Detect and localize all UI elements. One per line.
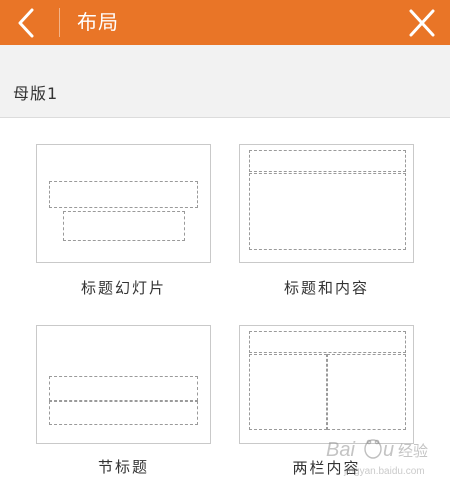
- title-placeholder: [49, 181, 198, 208]
- content-placeholder: [249, 173, 406, 250]
- layout-thumbnail: [36, 325, 211, 444]
- right-content-placeholder: [327, 354, 406, 430]
- layout-title-slide[interactable]: 标题幻灯片: [36, 144, 211, 304]
- app-header: 布局: [0, 0, 450, 45]
- text-placeholder: [49, 401, 198, 425]
- section-header: 母版1: [0, 45, 450, 117]
- chevron-left-icon: [18, 8, 34, 38]
- layout-grid: 标题幻灯片 标题和内容 节标题 两栏内容: [0, 118, 450, 487]
- layout-label: 两栏内容: [292, 459, 361, 477]
- close-icon: [409, 9, 435, 37]
- close-button[interactable]: [402, 4, 442, 42]
- layout-two-content[interactable]: 两栏内容: [239, 325, 414, 485]
- layout-label: 标题和内容: [283, 279, 369, 297]
- layout-title-and-content[interactable]: 标题和内容: [239, 144, 414, 304]
- layout-thumbnail: [36, 144, 211, 263]
- layout-section-header[interactable]: 节标题: [36, 325, 211, 485]
- back-button[interactable]: [8, 4, 48, 42]
- layout-label: 标题幻灯片: [80, 279, 166, 297]
- layout-thumbnail: [239, 325, 414, 444]
- section-title: 母版1: [13, 84, 59, 103]
- layout-thumbnail: [239, 144, 414, 263]
- header-divider: [59, 8, 60, 37]
- left-content-placeholder: [249, 354, 327, 430]
- page-title: 布局: [77, 10, 119, 34]
- subtitle-placeholder: [63, 211, 185, 241]
- title-placeholder: [249, 331, 406, 353]
- title-placeholder: [49, 376, 198, 401]
- layout-label: 节标题: [97, 458, 149, 476]
- title-placeholder: [249, 150, 406, 172]
